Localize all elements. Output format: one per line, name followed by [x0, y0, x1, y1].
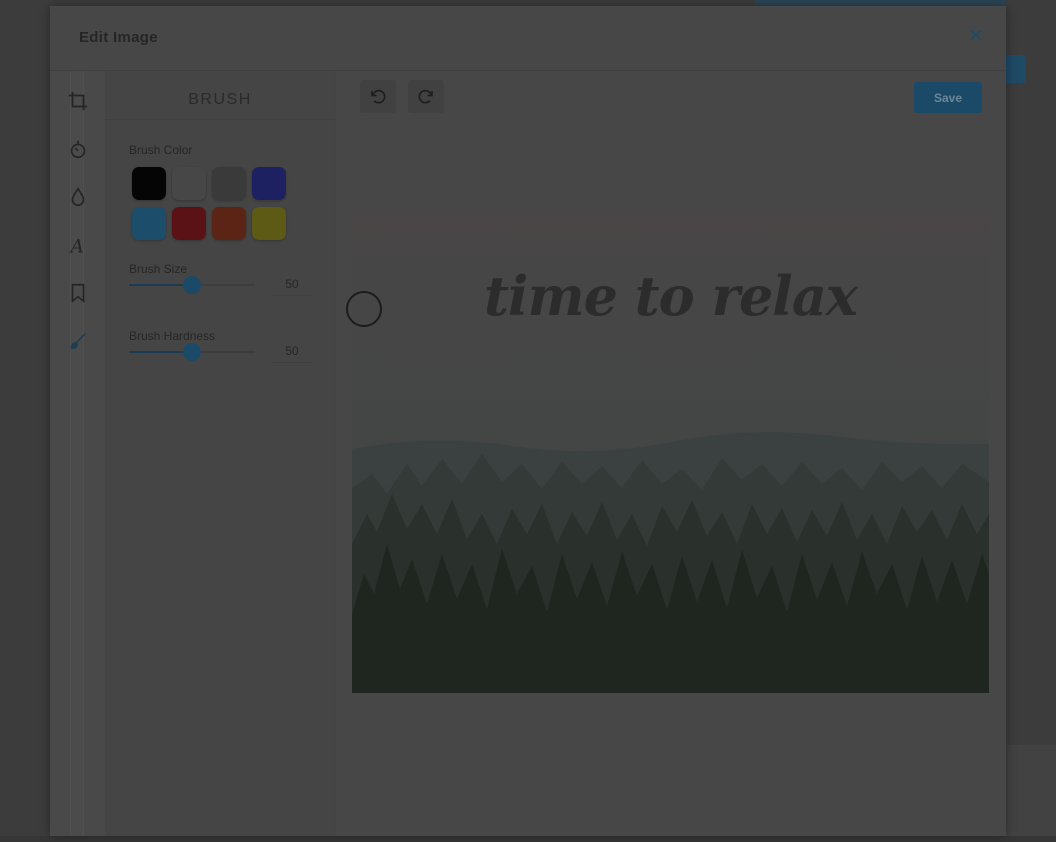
color-swatch[interactable] [132, 167, 166, 200]
brush-size-slider[interactable] [129, 276, 255, 294]
dialog-title: Edit Image [79, 29, 158, 46]
sticker-tool-button[interactable] [64, 279, 92, 307]
crop-icon [68, 91, 88, 111]
brush-size-label: Brush Size [129, 262, 188, 276]
redo-button[interactable] [408, 80, 444, 113]
bookmark-icon [71, 283, 85, 304]
brush-size-handle[interactable] [183, 276, 201, 294]
brush-hardness-label: Brush Hardness [129, 329, 216, 343]
redo-icon [418, 89, 433, 103]
color-swatch[interactable] [172, 167, 206, 200]
save-button[interactable]: Save [914, 82, 982, 113]
undo-button[interactable] [360, 80, 396, 113]
color-swatch[interactable] [132, 207, 166, 240]
panel-divider [105, 119, 335, 120]
droplet-icon [71, 187, 85, 206]
color-swatch[interactable] [252, 207, 286, 240]
text-tool-button[interactable]: A [64, 231, 92, 259]
color-tool-button[interactable] [64, 183, 92, 211]
close-icon[interactable]: ✕ [965, 26, 987, 48]
color-swatch[interactable] [212, 207, 246, 240]
brush-color-label: Brush Color [129, 143, 193, 157]
color-swatch[interactable] [212, 167, 246, 200]
brush-icon [70, 333, 86, 350]
brush-tool-button[interactable] [64, 327, 92, 355]
color-swatch[interactable] [172, 207, 206, 240]
canvas-overlay-text: time to relax [483, 264, 858, 328]
brush-size-value[interactable]: 50 [273, 277, 311, 296]
edit-image-dialog: Edit Image ✕ A BRUSH Brush Color Brush S… [50, 6, 1006, 836]
dialog-header: Edit Image ✕ [50, 6, 1006, 71]
brush-cursor [346, 291, 382, 327]
tool-rail: A [50, 71, 105, 836]
crop-tool-button[interactable] [64, 87, 92, 115]
brightness-icon [70, 140, 86, 159]
undo-icon [371, 89, 386, 103]
image-canvas[interactable]: time to relax [352, 214, 989, 693]
color-swatch[interactable] [252, 167, 286, 200]
brush-hardness-slider[interactable] [129, 343, 255, 361]
brush-hardness-value[interactable]: 50 [273, 344, 311, 363]
brush-hardness-handle[interactable] [183, 343, 201, 361]
text-icon: A [69, 236, 84, 256]
svg-text:A: A [69, 236, 84, 256]
brightness-tool-button[interactable] [64, 135, 92, 163]
background-strip [0, 836, 1056, 842]
panel-title: BRUSH [188, 91, 252, 108]
brush-settings-panel: BRUSH Brush Color Brush Size 50 Brush Ha… [105, 71, 336, 836]
